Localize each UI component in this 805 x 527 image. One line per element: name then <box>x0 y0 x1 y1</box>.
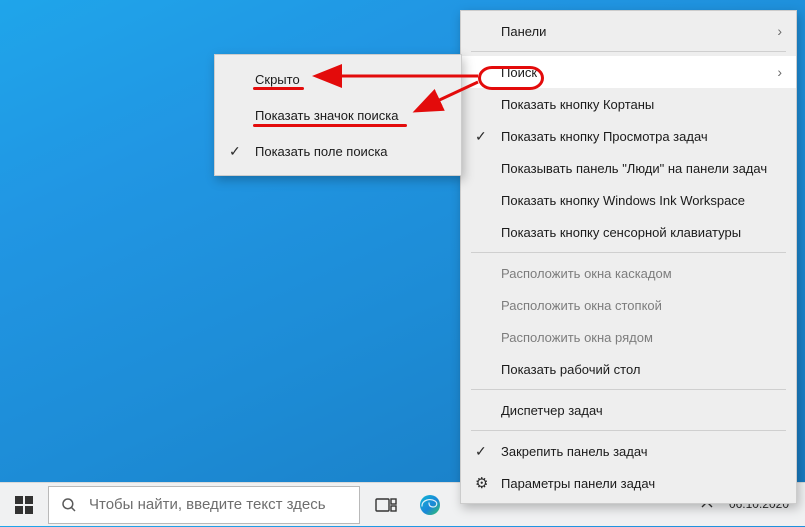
check-icon: ✓ <box>475 128 487 145</box>
menu-label: Расположить окна каскадом <box>501 266 672 281</box>
menu-item-ink-workspace[interactable]: Показать кнопку Windows Ink Workspace <box>461 184 796 216</box>
chevron-right-icon: › <box>747 23 782 39</box>
search-submenu: Скрыто Показать значок поиска ✓ Показать… <box>214 54 462 176</box>
check-icon: ✓ <box>229 143 241 160</box>
menu-item-task-manager[interactable]: Диспетчер задач <box>461 394 796 426</box>
menu-label: Расположить окна рядом <box>501 330 653 345</box>
menu-item-people-panel[interactable]: Показывать панель "Люди" на панели задач <box>461 152 796 184</box>
menu-separator <box>471 51 786 52</box>
menu-item-touch-keyboard[interactable]: Показать кнопку сенсорной клавиатуры <box>461 216 796 248</box>
edge-browser-button[interactable] <box>408 483 452 527</box>
menu-label: Показать значок поиска <box>255 108 399 123</box>
search-icon <box>49 496 89 514</box>
submenu-item-show-box[interactable]: ✓ Показать поле поиска <box>215 133 461 169</box>
menu-label: Расположить окна стопкой <box>501 298 662 313</box>
menu-label: Показать кнопку Кортаны <box>501 97 654 112</box>
taskbar-search-box[interactable] <box>48 486 360 524</box>
menu-item-show-desktop[interactable]: Показать рабочий стол <box>461 353 796 385</box>
menu-label: Диспетчер задач <box>501 403 603 418</box>
menu-item-cascade-windows[interactable]: Расположить окна каскадом <box>461 257 796 289</box>
submenu-item-hidden[interactable]: Скрыто <box>215 61 461 97</box>
windows-logo-icon <box>15 496 33 514</box>
menu-item-stack-windows[interactable]: Расположить окна стопкой <box>461 289 796 321</box>
menu-label: Показать кнопку сенсорной клавиатуры <box>501 225 741 240</box>
menu-separator <box>471 252 786 253</box>
edge-icon <box>418 493 442 517</box>
menu-label: Показать кнопку Windows Ink Workspace <box>501 193 745 208</box>
menu-label: Закрепить панель задач <box>501 444 648 459</box>
chevron-right-icon: › <box>747 64 782 80</box>
menu-label: Параметры панели задач <box>501 476 655 491</box>
menu-separator <box>471 430 786 431</box>
search-input[interactable] <box>89 496 359 513</box>
gear-icon: ⚙ <box>475 474 488 492</box>
menu-label: Показать кнопку Просмотра задач <box>501 129 708 144</box>
menu-label: Панели <box>501 24 546 39</box>
submenu-item-show-icon[interactable]: Показать значок поиска <box>215 97 461 133</box>
menu-label: Показывать панель "Люди" на панели задач <box>501 161 767 176</box>
menu-item-lock-taskbar[interactable]: ✓ Закрепить панель задач <box>461 435 796 467</box>
menu-label: Показать рабочий стол <box>501 362 640 377</box>
menu-label: Скрыто <box>255 72 300 87</box>
start-button[interactable] <box>0 483 48 527</box>
menu-label: Поиск <box>501 65 537 80</box>
menu-item-search[interactable]: Поиск › <box>461 56 796 88</box>
menu-item-task-view-button[interactable]: ✓ Показать кнопку Просмотра задач <box>461 120 796 152</box>
taskbar-context-menu: Панели › Поиск › Показать кнопку Кортаны… <box>460 10 797 504</box>
menu-separator <box>471 389 786 390</box>
task-view-icon <box>375 496 397 514</box>
menu-label: Показать поле поиска <box>255 144 388 159</box>
menu-item-panels[interactable]: Панели › <box>461 15 796 47</box>
check-icon: ✓ <box>475 443 487 460</box>
task-view-button[interactable] <box>364 483 408 527</box>
menu-item-side-windows[interactable]: Расположить окна рядом <box>461 321 796 353</box>
menu-item-taskbar-settings[interactable]: ⚙ Параметры панели задач <box>461 467 796 499</box>
menu-item-cortana-button[interactable]: Показать кнопку Кортаны <box>461 88 796 120</box>
